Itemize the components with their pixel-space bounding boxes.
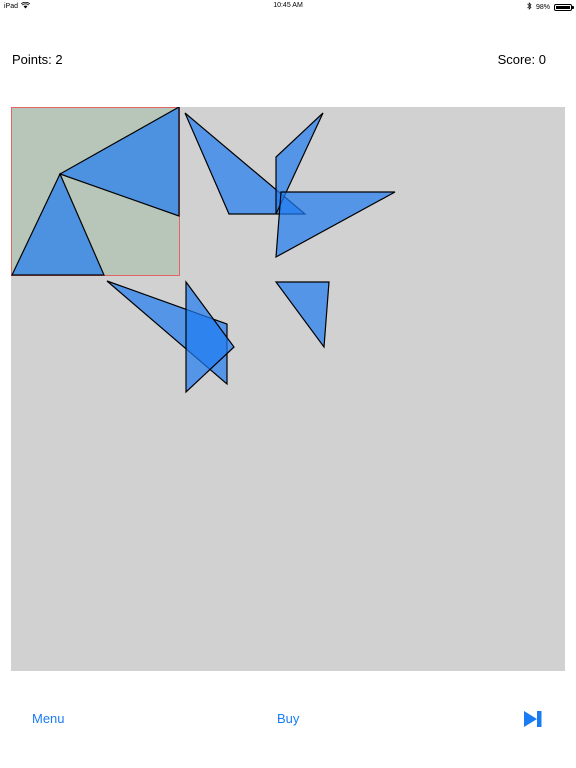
next-level-button[interactable] xyxy=(522,710,544,730)
battery-fill xyxy=(556,5,570,9)
buy-button[interactable]: Buy xyxy=(277,711,299,726)
status-right: 98% xyxy=(527,2,574,12)
status-bar: iPad 10:45 AM 98% xyxy=(0,0,576,14)
status-time: 10:45 AM xyxy=(273,2,303,9)
points-label: Points: 2 xyxy=(12,52,63,67)
triangle-piece-small[interactable] xyxy=(274,281,330,349)
game-board[interactable] xyxy=(11,107,565,671)
bluetooth-icon xyxy=(527,2,532,12)
battery-percent: 98% xyxy=(535,3,550,11)
battery-icon xyxy=(554,3,574,11)
board-canvas[interactable] xyxy=(11,107,565,671)
skip-forward-icon xyxy=(523,711,543,731)
menu-button[interactable]: Menu xyxy=(32,711,65,726)
score-label: Score: 0 xyxy=(497,52,546,67)
triangle-piece-pointer[interactable] xyxy=(275,191,396,259)
